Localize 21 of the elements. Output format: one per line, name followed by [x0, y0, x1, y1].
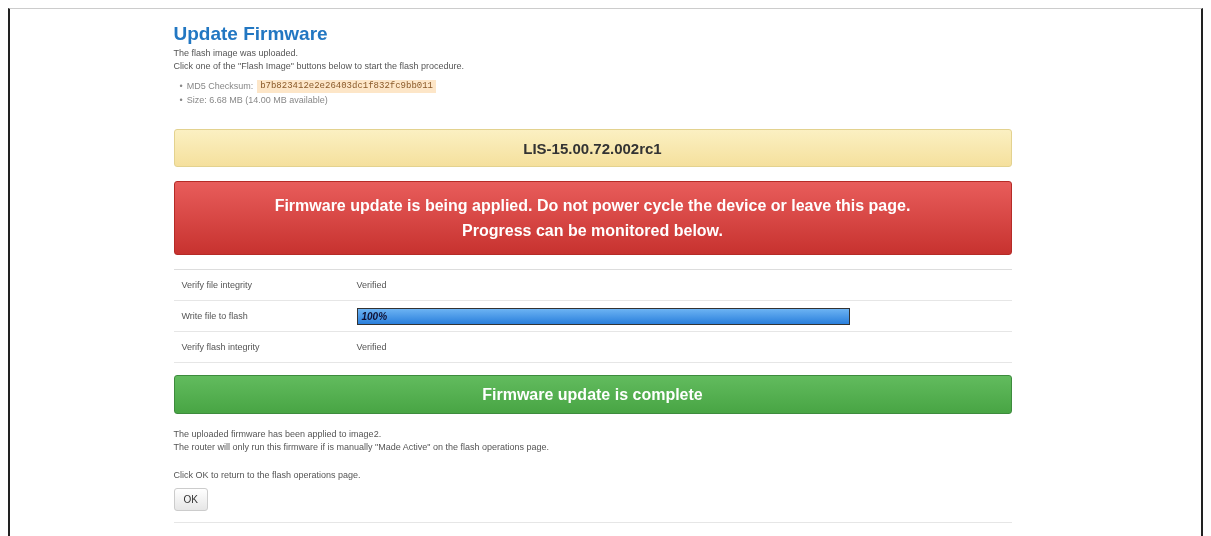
- version-banner: LIS-15.00.72.002rc1: [173, 129, 1012, 167]
- note-text: The router will only run this firmware if is manually "Made Active" on the flash operations page.: [173, 441, 551, 454]
- detail-label: Size: 6.68 MB (14.00 MB available): [186, 94, 328, 107]
- success-alert: Firmware update is complete: [173, 375, 1012, 414]
- page-title: Update Firmware: [173, 23, 329, 45]
- note-text: The uploaded firmware has been applied to image2.: [173, 428, 383, 441]
- progress-reading: 100%: [361, 310, 388, 322]
- detail-label: MD5 Checksum:: [186, 80, 254, 93]
- intro-text: Click one of the "Flash Image" buttons below to start the flash procedure.: [173, 60, 466, 73]
- bullet: •: [179, 94, 183, 107]
- step-name: Write file to flash: [181, 311, 249, 321]
- step-status: Verified: [356, 342, 388, 352]
- step-status: Verified: [356, 280, 388, 290]
- ok-button[interactable]: OK: [173, 488, 208, 511]
- step-name: Verify file integrity: [181, 280, 254, 290]
- return-text: Click OK to return to the flash operations page.: [173, 469, 362, 482]
- warning-alert: Firmware update is being applied. Do not power cycle the device or leave this page. Progress can be monitored below.: [173, 181, 1012, 255]
- intro-text: The flash image was uploaded.: [173, 47, 300, 60]
- checksum-code: b7b823412e2e26403dc1f832fc9bb011: [257, 79, 436, 93]
- step-name: Verify flash integrity: [181, 342, 261, 352]
- bullet: •: [179, 80, 183, 93]
